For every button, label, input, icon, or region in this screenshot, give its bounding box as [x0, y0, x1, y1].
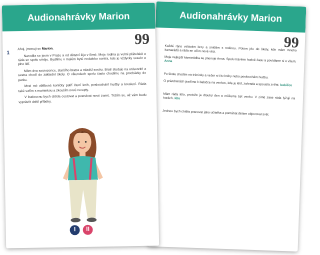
page-one-button[interactable]: I [69, 225, 80, 236]
highlight-word: léto [174, 96, 181, 101]
book-page-front: Audionahrávky Marion 99 1 Ahoj, jmenuji … [1, 2, 160, 249]
paragraph: Mezi mé oblíbené koníčky patří čtení kni… [18, 82, 147, 93]
page-text: Ahoj, jmenuji se Marion. Narodila se jse… [18, 45, 147, 107]
book-page-back: Audionahrávky Marion 99 Každé ráno vstáv… [147, 1, 307, 252]
paragraph: V budoucnu bych chtěla cestovat a poznáv… [18, 93, 147, 104]
page-two-button[interactable]: II [82, 224, 93, 235]
greeting-line: Ahoj, jmenuji se Marion. [17, 46, 54, 52]
highlight-word: babičce [280, 83, 293, 88]
girl-illustration [62, 127, 103, 223]
page-text: Každé ráno vstávám brzy a snídám s rodin… [162, 44, 296, 121]
highlight-word: Anna [164, 59, 173, 64]
page-number: 1 [6, 50, 10, 57]
character-name: Marion [41, 46, 53, 51]
page-header: Audionahrávky Marion [1, 2, 156, 32]
paragraph: Mám dva sourozence, staršího bratra a ml… [18, 66, 147, 82]
paragraph: Narodila se jsem v Praze a od dětství ži… [17, 51, 146, 67]
page-header: Audionahrávky Marion [155, 1, 307, 33]
